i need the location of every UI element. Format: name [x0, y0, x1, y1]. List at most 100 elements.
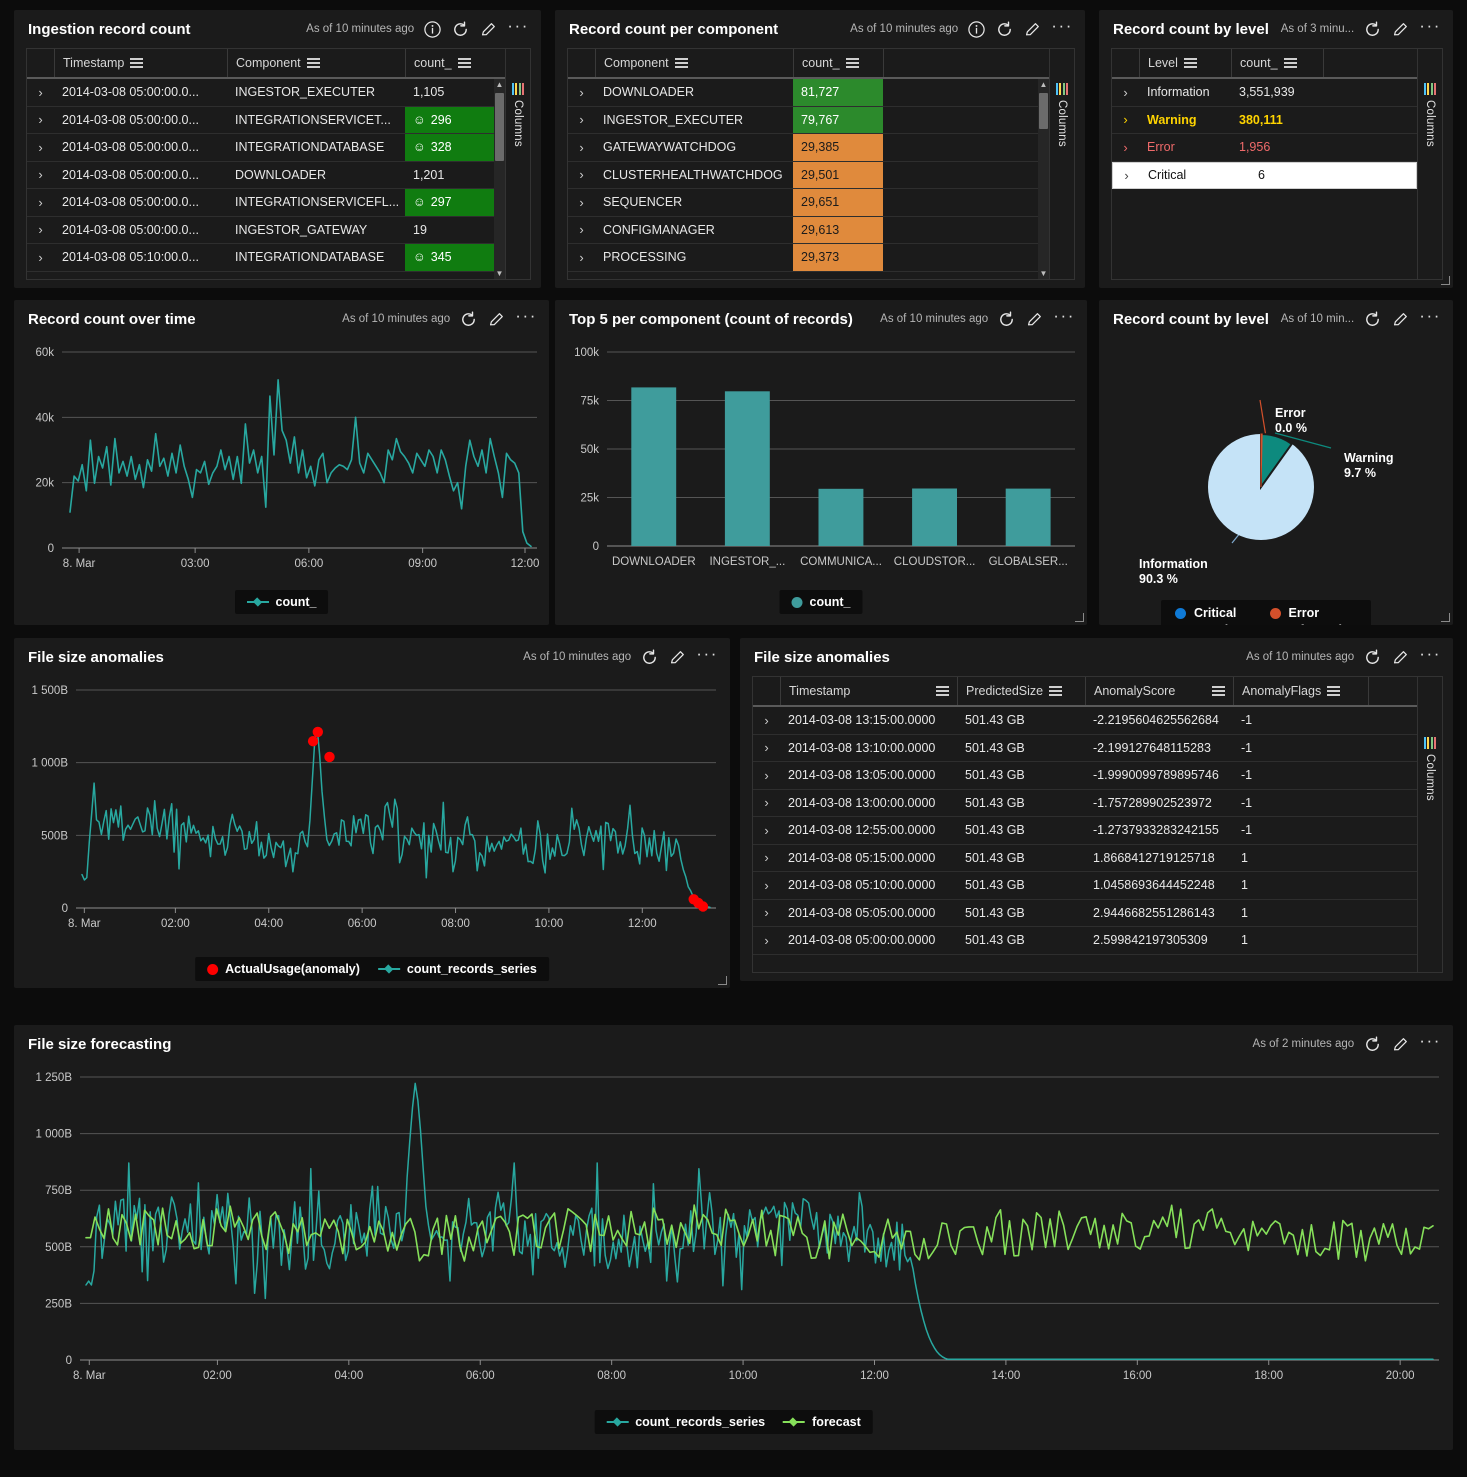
column-header-count[interactable]: count_: [1231, 49, 1323, 77]
column-menu-icon[interactable]: [936, 686, 949, 696]
table-row[interactable]: › 2014-03-08 05:10:00.0... INTEGRATIONDA…: [27, 244, 494, 272]
chevron-right-icon[interactable]: ›: [753, 762, 780, 789]
table-row[interactable]: › DOWNLOADER 81,727: [568, 79, 1038, 107]
column-header-level[interactable]: Level: [1139, 49, 1231, 77]
column-menu-icon[interactable]: [845, 58, 859, 68]
bar-0[interactable]: [631, 387, 677, 546]
table-row[interactable]: › SEQUENCER 29,651: [568, 189, 1038, 217]
chevron-right-icon[interactable]: ›: [753, 735, 780, 762]
table-row[interactable]: › Error 1,956: [1112, 134, 1417, 162]
bar-2[interactable]: [818, 488, 864, 546]
bar-1[interactable]: [724, 391, 770, 546]
table-row[interactable]: › 2014-03-08 13:00:00.0000 501.43 GB -1.757…: [753, 790, 1417, 817]
pencil-icon[interactable]: [1391, 648, 1410, 667]
table-row[interactable]: › Information 3,551,939: [1112, 79, 1417, 107]
more-options-icon[interactable]: ···: [1419, 1032, 1441, 1052]
chevron-right-icon[interactable]: ›: [1112, 79, 1139, 106]
pencil-icon[interactable]: [1025, 310, 1044, 329]
pencil-icon[interactable]: [668, 648, 687, 667]
table-row[interactable]: › INGESTOR_EXECUTER 79,767: [568, 106, 1038, 134]
refresh-icon[interactable]: [1363, 1035, 1382, 1054]
chevron-right-icon[interactable]: ›: [1112, 134, 1139, 161]
column-menu-icon[interactable]: [1049, 686, 1063, 696]
chevron-right-icon[interactable]: ›: [27, 134, 54, 161]
refresh-icon[interactable]: [1363, 310, 1382, 329]
table-row[interactable]: › 2014-03-08 05:00:00.0... INGESTOR_EXEC…: [27, 79, 494, 107]
more-options-icon[interactable]: ···: [515, 307, 537, 327]
table-row[interactable]: › 2014-03-08 05:00:00.0... INTEGRATIONSE…: [27, 106, 494, 134]
table-row[interactable]: › 2014-03-08 05:15:00.0000 501.43 GB 1.8668…: [753, 845, 1417, 872]
column-header-anomalyflags[interactable]: AnomalyFlags: [1233, 677, 1368, 705]
more-options-icon[interactable]: ···: [507, 17, 529, 37]
table-row[interactable]: › 2014-03-08 05:00:00.0... INTEGRATIONSE…: [27, 189, 494, 217]
scrollbar-thumb[interactable]: [495, 93, 504, 161]
table-row[interactable]: › 2014-03-08 13:15:00.0000 501.43 GB -2.219…: [753, 707, 1417, 735]
legend-item-0[interactable]: count_: [246, 595, 316, 609]
columns-rail[interactable]: Columns: [505, 48, 531, 280]
table-row[interactable]: › 2014-03-08 05:10:00.0000 501.43 GB 1.0458…: [753, 872, 1417, 900]
more-options-icon[interactable]: ···: [1053, 307, 1075, 327]
pencil-icon[interactable]: [487, 310, 506, 329]
more-options-icon[interactable]: ···: [1051, 17, 1073, 37]
legend-item-information[interactable]: Information: [1269, 623, 1357, 625]
chevron-right-icon[interactable]: ›: [568, 134, 595, 161]
table-row-selected[interactable]: › Critical 6: [1112, 161, 1417, 189]
more-options-icon[interactable]: ···: [696, 645, 718, 665]
columns-rail[interactable]: Columns: [1049, 48, 1075, 280]
chevron-right-icon[interactable]: ›: [27, 107, 54, 134]
columns-rail[interactable]: Columns: [1417, 676, 1443, 973]
chevron-right-icon[interactable]: ›: [753, 790, 780, 817]
anomaly-point-0[interactable]: [307, 736, 319, 747]
chevron-right-icon[interactable]: ›: [27, 189, 54, 216]
scroll-down-arrow[interactable]: ▼: [1038, 268, 1049, 279]
column-header-count[interactable]: count_: [405, 49, 505, 77]
table-row[interactable]: › 2014-03-08 13:10:00.0000 501.43 GB -2.199…: [753, 735, 1417, 762]
column-header-anomalyscore[interactable]: AnomalyScore: [1085, 677, 1233, 705]
chevron-right-icon[interactable]: ›: [753, 927, 780, 954]
more-options-icon[interactable]: ···: [1419, 645, 1441, 665]
legend-item-1[interactable]: forecast: [783, 1415, 861, 1429]
column-menu-icon[interactable]: [1327, 686, 1341, 696]
table-row[interactable]: › Warning 380,111: [1112, 107, 1417, 134]
info-icon[interactable]: [423, 20, 442, 39]
chevron-right-icon[interactable]: ›: [27, 244, 54, 271]
column-header-count[interactable]: count_: [793, 49, 883, 77]
refresh-icon[interactable]: [459, 310, 478, 329]
chevron-right-icon[interactable]: ›: [753, 872, 780, 899]
column-header-timestamp[interactable]: Timestamp: [54, 49, 227, 77]
scrollbar-thumb[interactable]: [1039, 93, 1048, 129]
table-row[interactable]: › 2014-03-08 05:05:00.0000 501.43 GB 2.9446…: [753, 900, 1417, 927]
more-options-icon[interactable]: ···: [1419, 17, 1441, 37]
bar-4[interactable]: [1005, 488, 1051, 546]
table-row[interactable]: › 2014-03-08 13:05:00.0000 501.43 GB -1.999…: [753, 762, 1417, 790]
chevron-right-icon[interactable]: ›: [568, 189, 595, 216]
table-row[interactable]: › CLUSTERHEALTHWATCHDOG 29,501: [568, 161, 1038, 189]
column-menu-icon[interactable]: [457, 58, 471, 68]
table-row[interactable]: › 2014-03-08 05:00:00.0... INTEGRATIONDA…: [27, 134, 494, 162]
column-menu-icon[interactable]: [130, 58, 144, 68]
column-header-predictedsize[interactable]: PredictedSize: [957, 677, 1085, 705]
more-options-icon[interactable]: ···: [1419, 307, 1441, 327]
chevron-right-icon[interactable]: ›: [753, 900, 780, 927]
refresh-icon[interactable]: [997, 310, 1016, 329]
bar-3[interactable]: [912, 488, 957, 547]
chevron-right-icon[interactable]: ›: [27, 217, 54, 244]
scroll-up-arrow[interactable]: ▲: [494, 79, 505, 90]
legend-item-0[interactable]: count_records_series: [606, 1415, 765, 1429]
anomaly-point-1[interactable]: [312, 726, 323, 738]
refresh-icon[interactable]: [640, 648, 659, 667]
pencil-icon[interactable]: [1023, 20, 1042, 39]
pencil-icon[interactable]: [479, 20, 498, 39]
pencil-icon[interactable]: [1391, 310, 1410, 329]
table-row[interactable]: › 2014-03-08 05:00:00.0... DOWNLOADER 1,…: [27, 162, 494, 189]
legend-item-0[interactable]: count_: [791, 595, 850, 609]
refresh-icon[interactable]: [1363, 648, 1382, 667]
resize-handle[interactable]: [1441, 613, 1450, 622]
table-row[interactable]: › 2014-03-08 05:00:00.0000 501.43 GB 2.5998…: [753, 927, 1417, 955]
table-row[interactable]: › PROCESSING 29,373: [568, 244, 1038, 272]
anomaly-point-2[interactable]: [324, 751, 335, 763]
table-row[interactable]: › GATEWAYWATCHDOG 29,385: [568, 134, 1038, 162]
column-header-component[interactable]: Component: [595, 49, 793, 77]
column-menu-icon[interactable]: [1212, 686, 1225, 696]
table-row[interactable]: › CONFIGMANAGER 29,613: [568, 216, 1038, 244]
